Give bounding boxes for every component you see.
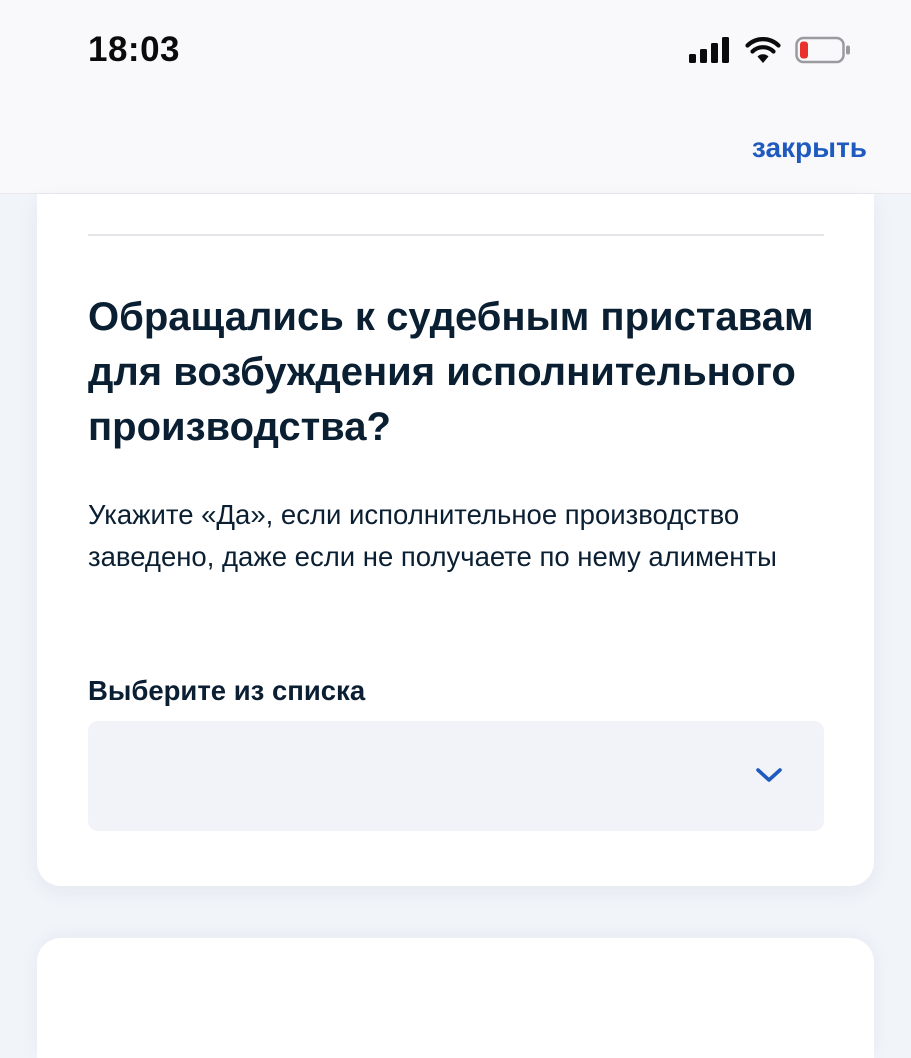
top-header: закрыть [0,100,911,194]
dropdown-select[interactable] [88,721,824,831]
chevron-down-icon[interactable] [754,765,784,785]
question-hint: Укажите «Да», если исполнительное произв… [88,499,777,572]
cellular-signal-icon [689,37,729,63]
status-time: 18:03 [88,30,181,69]
select-label: Выберите из списка [88,675,366,706]
divider [88,234,824,236]
question-card: Обращались к судебным приставам для возб… [37,194,874,886]
close-button[interactable]: закрыть [752,132,867,164]
battery-low-icon [795,36,850,64]
wifi-icon [745,37,781,63]
status-icons [689,36,851,64]
next-card [37,938,874,1058]
status-bar: 18:03 [0,0,911,100]
question-title: Обращались к судебным приставам для возб… [88,295,814,449]
